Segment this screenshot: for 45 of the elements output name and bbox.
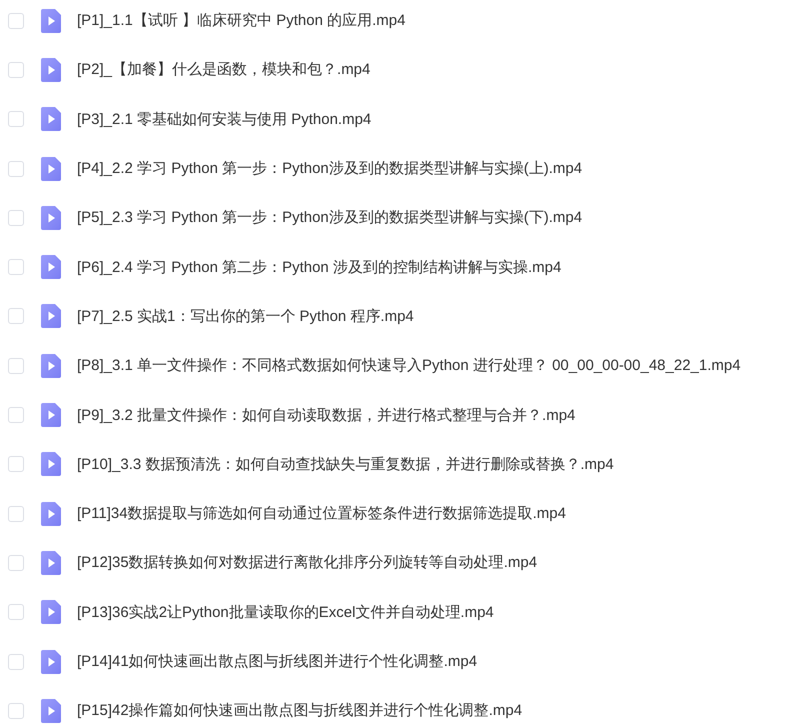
checkbox[interactable] <box>8 62 24 78</box>
checkbox[interactable] <box>8 654 24 670</box>
video-file-icon <box>41 156 61 181</box>
checkbox[interactable] <box>8 358 24 374</box>
file-name[interactable]: [P13]36实战2让Python批量读取你的Excel文件并自动处理.mp4 <box>77 604 494 621</box>
file-name[interactable]: [P5]_2.3 学习 Python 第一步：Python涉及到的数据类型讲解与实操(下).mp4 <box>77 209 582 226</box>
video-file-icon <box>41 502 61 526</box>
video-file-icon <box>41 403 61 428</box>
video-file-icon <box>41 354 61 378</box>
file-name[interactable]: [P12]35数据转换如何对数据进行离散化排序分列旋转等自动处理.mp4 <box>77 554 538 572</box>
video-file-icon <box>41 58 61 82</box>
checkbox[interactable] <box>8 111 24 128</box>
checkbox[interactable] <box>8 506 24 522</box>
checkbox[interactable] <box>8 456 24 472</box>
video-file-icon <box>41 698 61 723</box>
checkbox[interactable] <box>8 554 24 571</box>
file-name[interactable]: [P8]_3.1 单一文件操作：不同格式数据如何快速导入Python 进行处理？ 00_00_00-00_48_22_1.mp4 <box>77 357 741 374</box>
checkbox[interactable] <box>8 604 24 620</box>
checkbox[interactable] <box>8 702 24 719</box>
video-file-icon <box>41 452 61 476</box>
file-name[interactable]: [P10]_3.3 数据预清洗：如何自动查找缺失与重复数据，并进行删除或替换？.mp4 <box>77 456 614 473</box>
video-file-icon <box>41 600 61 624</box>
checkbox[interactable] <box>8 210 24 226</box>
video-file-icon <box>41 255 61 280</box>
file-name[interactable]: [P6]_2.4 学习 Python 第二步：Python 涉及到的控制结构讲解与实操.mp4 <box>77 258 562 276</box>
checkbox[interactable] <box>8 160 24 177</box>
checkbox[interactable] <box>8 259 24 276</box>
file-name[interactable]: [P11]34数据提取与筛选如何自动通过位置标签条件进行数据筛选提取.mp4 <box>77 505 566 522</box>
checkbox[interactable] <box>8 407 24 424</box>
file-name[interactable]: [P2]_【加餐】什么是函数，模块和包？.mp4 <box>77 61 370 78</box>
file-name[interactable]: [P9]_3.2 批量文件操作：如何自动读取数据，并进行格式整理与合并？.mp4 <box>77 406 576 424</box>
video-file-icon <box>41 550 61 575</box>
file-name[interactable]: [P14]41如何快速画出散点图与折线图并进行个性化调整.mp4 <box>77 653 478 670</box>
video-file-icon <box>41 8 61 33</box>
file-name[interactable]: [P1]_1.1【试听 】临床研究中 Python 的应用.mp4 <box>77 12 406 30</box>
video-file-icon <box>41 206 61 230</box>
video-file-icon <box>41 304 61 328</box>
file-name[interactable]: [P3]_2.1 零基础如何安装与使用 Python.mp4 <box>77 110 372 128</box>
file-name[interactable]: [P15]42操作篇如何快速画出散点图与折线图并进行个性化调整.mp4 <box>77 702 522 720</box>
video-file-icon <box>41 107 61 132</box>
video-file-icon <box>41 650 61 674</box>
checkbox[interactable] <box>8 308 24 324</box>
file-name[interactable]: [P7]_2.5 实战1：写出你的第一个 Python 程序.mp4 <box>77 308 414 325</box>
file-name[interactable]: [P4]_2.2 学习 Python 第一步：Python涉及到的数据类型讲解与实操(上).mp4 <box>77 160 582 178</box>
checkbox[interactable] <box>8 12 24 29</box>
